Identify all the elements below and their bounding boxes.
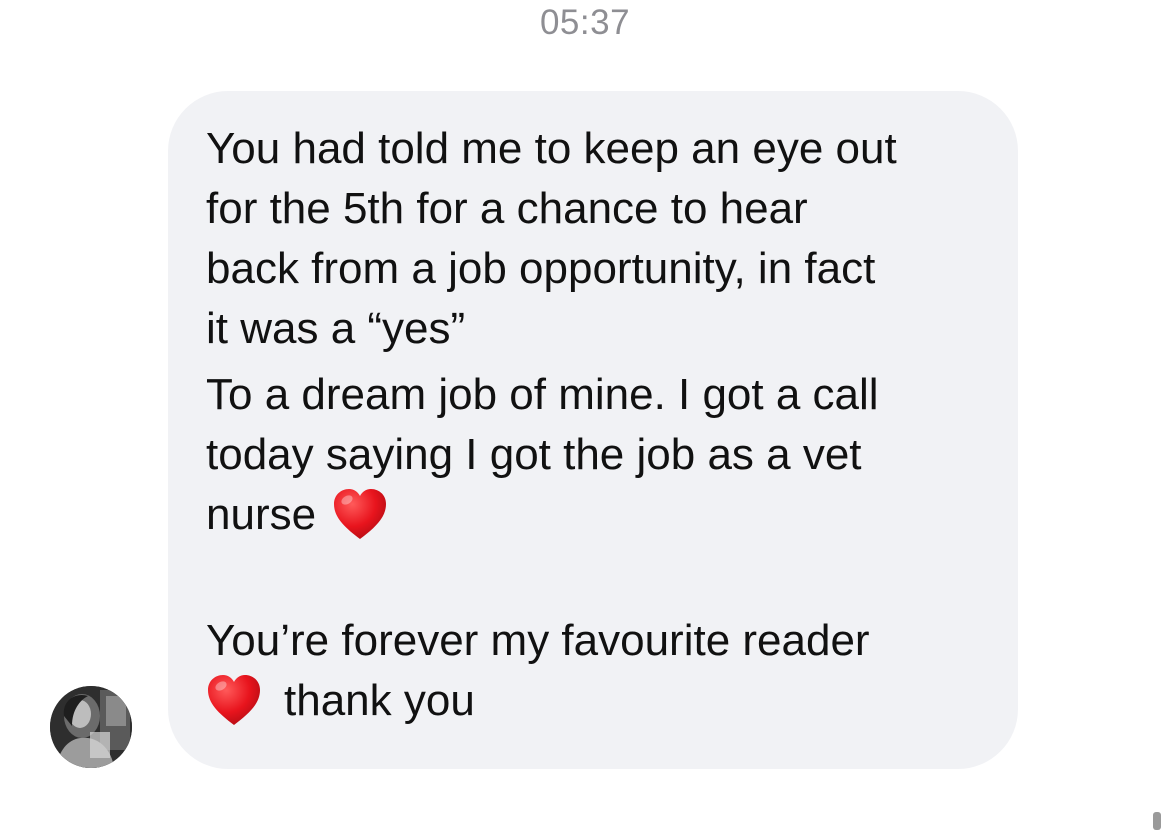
message-line: back from a job opportunity, in fact bbox=[206, 244, 876, 293]
message-line-with-heart: thank you bbox=[206, 671, 988, 731]
message-timestamp: 05:37 bbox=[539, 3, 631, 42]
message-text: thank you bbox=[284, 676, 475, 725]
message-line: it was a “yes” bbox=[206, 304, 466, 353]
red-heart-icon bbox=[206, 673, 262, 729]
scroll-indicator[interactable] bbox=[1153, 812, 1161, 830]
message-line: You had told me to keep an eye out bbox=[206, 124, 897, 173]
message-line: You’re forever my favourite reader bbox=[206, 616, 870, 665]
message-line-with-heart: nurse bbox=[206, 485, 988, 545]
message-line: for the 5th for a chance to hear bbox=[206, 184, 808, 233]
message-line: To a dream job of mine. I got a call bbox=[206, 370, 879, 419]
message-text: nurse bbox=[206, 490, 317, 539]
red-heart-icon bbox=[332, 487, 388, 543]
chat-screen: 05:37 You had told me to keep an eye out… bbox=[0, 0, 1170, 830]
message-line: today saying I got the job as a vet bbox=[206, 430, 862, 479]
message-bubble[interactable]: You had told me to keep an eye out for t… bbox=[168, 91, 1018, 769]
sender-avatar[interactable] bbox=[50, 686, 132, 768]
